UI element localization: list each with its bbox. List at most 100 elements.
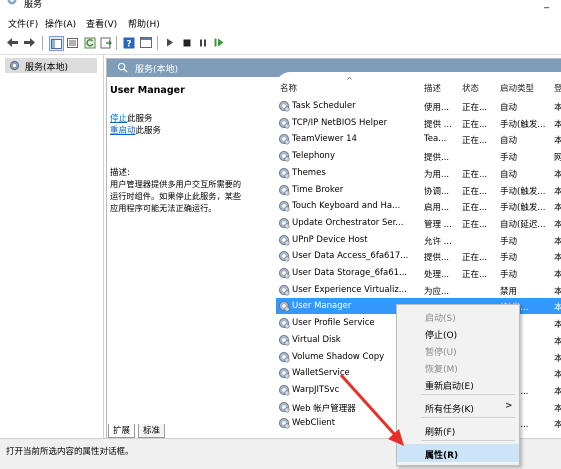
gear-icon xyxy=(278,117,290,129)
toolbar-separator xyxy=(42,36,43,50)
cell-status: 正在... xyxy=(462,169,488,180)
context-menu-start-label: 启动(S) xyxy=(425,314,456,324)
context-menu-start[interactable]: 启动(S) xyxy=(397,307,519,325)
context-menu-resume[interactable]: 恢复(M) xyxy=(397,358,519,376)
stop-icon[interactable] xyxy=(180,36,193,49)
context-menu-stop-label: 停止(O) xyxy=(425,331,458,341)
cell-logon: 本 xyxy=(554,136,561,147)
tree-node-label: 服务(本地) xyxy=(25,63,69,73)
service-row[interactable]: Touch Keyboard and Ha... 启用... 正在... 手动(触发.… xyxy=(276,198,561,214)
context-menu-pause-label: 暂停(U) xyxy=(425,348,457,358)
context-menu-stop[interactable]: 停止(O) xyxy=(397,324,519,342)
gear-icon xyxy=(278,384,290,396)
menu-file[interactable]: 文件(F) xyxy=(8,17,38,30)
service-row[interactable]: User Experience Virtualiz... 为应... 禁用 本 xyxy=(276,282,561,298)
properties-icon[interactable] xyxy=(139,36,152,49)
cell-startup-type: 手动(触发... xyxy=(500,119,546,130)
menu-action[interactable]: 操作(A) xyxy=(45,17,76,30)
restart-service-link[interactable]: 重启动 xyxy=(110,126,136,136)
cell-startup-type: 自动 xyxy=(500,103,518,113)
gear-icon xyxy=(278,167,290,179)
cell-logon: 本 xyxy=(554,353,561,364)
description-text-line: 应用程序可能无法正确运行。 xyxy=(110,203,217,213)
cell-startup-type: 自动(延迟... xyxy=(500,219,546,230)
service-row[interactable]: User Data Access_6fa617... 提供... 正在... 手动 本 xyxy=(276,248,561,264)
gear-icon xyxy=(278,300,290,312)
cell-description: 管理 ... xyxy=(424,219,452,230)
cell-logon: 本 xyxy=(554,186,561,197)
gear-icon xyxy=(278,234,290,246)
console-view-icon[interactable] xyxy=(66,36,79,49)
refresh-icon[interactable] xyxy=(83,36,96,49)
context-menu-resume-label: 恢复(M) xyxy=(425,365,458,375)
cell-description: 为用... xyxy=(424,169,450,180)
menu-view[interactable]: 查看(V) xyxy=(86,17,117,30)
gear-icon xyxy=(278,200,290,212)
context-menu-properties[interactable]: 属性(R) xyxy=(397,444,519,462)
tab-extended[interactable]: 扩展 xyxy=(108,424,136,438)
cell-logon: 本 xyxy=(554,270,561,280)
submenu-arrow-icon: > xyxy=(505,401,513,411)
column-header-name[interactable]: 名称 xyxy=(280,82,297,94)
gear-icon xyxy=(9,60,20,71)
export-list-icon[interactable] xyxy=(99,36,112,49)
service-row[interactable]: TCP/IP NetBIOS Helper 提供 ... 正在... 手动(触发...… xyxy=(276,115,561,131)
cell-name: TeamViewer 14 xyxy=(292,134,357,145)
service-row[interactable]: TeamViewer 14 Tea... 正在... 自动 本 xyxy=(276,131,561,147)
service-row[interactable]: Themes 为用... 正在... 自动 本 xyxy=(276,165,561,181)
gear-icon xyxy=(278,317,290,329)
cell-startup-type: 手动(触发... xyxy=(500,186,546,197)
service-row[interactable]: Task Scheduler 使用... 正在... 自动 本 xyxy=(276,98,561,114)
context-menu-pause[interactable]: 暂停(U) xyxy=(397,341,519,359)
restart-service-line: 重启动此服务 xyxy=(110,124,161,136)
menu-help[interactable]: 帮助(H) xyxy=(128,17,160,30)
cell-logon: 本 xyxy=(554,169,561,180)
show-hide-tree-icon[interactable] xyxy=(49,36,64,51)
cell-startup-type: 自动 xyxy=(500,136,518,147)
console-tree: 服务(本地) xyxy=(0,55,104,438)
cell-status: 正在... xyxy=(462,270,488,280)
cell-name: Touch Keyboard and Ha... xyxy=(292,201,401,212)
toolbar-separator xyxy=(116,36,117,50)
tab-standard[interactable]: 标准 xyxy=(138,424,166,438)
cell-description: 允许 ... xyxy=(424,236,452,247)
cell-logon: 网 xyxy=(554,153,561,164)
panel-header-title: 服务(本地) xyxy=(135,65,179,75)
cell-name: User Experience Virtualiz... xyxy=(292,284,407,295)
column-header-startup-type[interactable]: 启动类型 xyxy=(500,82,534,94)
cell-status: 正在... xyxy=(462,136,488,147)
play-icon[interactable] xyxy=(163,36,176,49)
services-app-icon xyxy=(7,0,17,5)
context-menu-separator xyxy=(421,417,515,418)
cell-name: Time Broker xyxy=(292,184,344,195)
context-menu-separator xyxy=(421,394,515,395)
back-arrow-icon[interactable] xyxy=(6,36,19,49)
service-row[interactable]: Telephony 提供... 手动 网 xyxy=(276,148,561,164)
gear-icon xyxy=(278,401,290,413)
service-row[interactable]: UPnP Device Host 允许 ... 手动 本 xyxy=(276,232,561,248)
cell-startup-type: 手动 xyxy=(500,153,518,164)
description-text-line: 用户管理器提供多用户交互所需要的 xyxy=(110,179,242,189)
context-menu-restart[interactable]: 重新启动(E) xyxy=(397,375,519,393)
pause-icon[interactable] xyxy=(196,36,209,49)
column-header-logon[interactable]: 登 xyxy=(554,82,561,94)
column-header-status[interactable]: 状态 xyxy=(462,82,479,94)
minimize-button[interactable]: _ xyxy=(544,0,549,9)
forward-arrow-icon[interactable] xyxy=(23,36,36,49)
cell-status: 正在... xyxy=(462,103,488,113)
service-row[interactable]: User Data Storage_6fa61... 处理... 正在... 手动 本 xyxy=(276,265,561,281)
tree-node-services-local[interactable]: 服务(本地) xyxy=(5,58,97,73)
context-menu-refresh[interactable]: 刷新(F) xyxy=(397,421,519,439)
service-row[interactable]: Time Broker 协调... 正在... 手动(触发... 本 xyxy=(276,182,561,198)
stop-service-link[interactable]: 停止 xyxy=(110,114,127,124)
restart-icon[interactable] xyxy=(212,36,225,49)
cell-logon: 本 xyxy=(554,403,561,414)
help-icon[interactable]: ? xyxy=(122,36,135,49)
cell-logon: 本 xyxy=(554,386,561,397)
gear-icon xyxy=(278,250,290,262)
stop-service-line: 停止此服务 xyxy=(110,112,153,124)
column-header-description[interactable]: 描述 xyxy=(424,82,441,94)
context-menu-all-tasks[interactable]: 所有任务(K) > xyxy=(397,398,519,416)
service-row[interactable]: Update Orchestrator Ser... 管理 ... 正在... 自动(… xyxy=(276,215,561,231)
cell-logon: 本 xyxy=(554,219,561,230)
